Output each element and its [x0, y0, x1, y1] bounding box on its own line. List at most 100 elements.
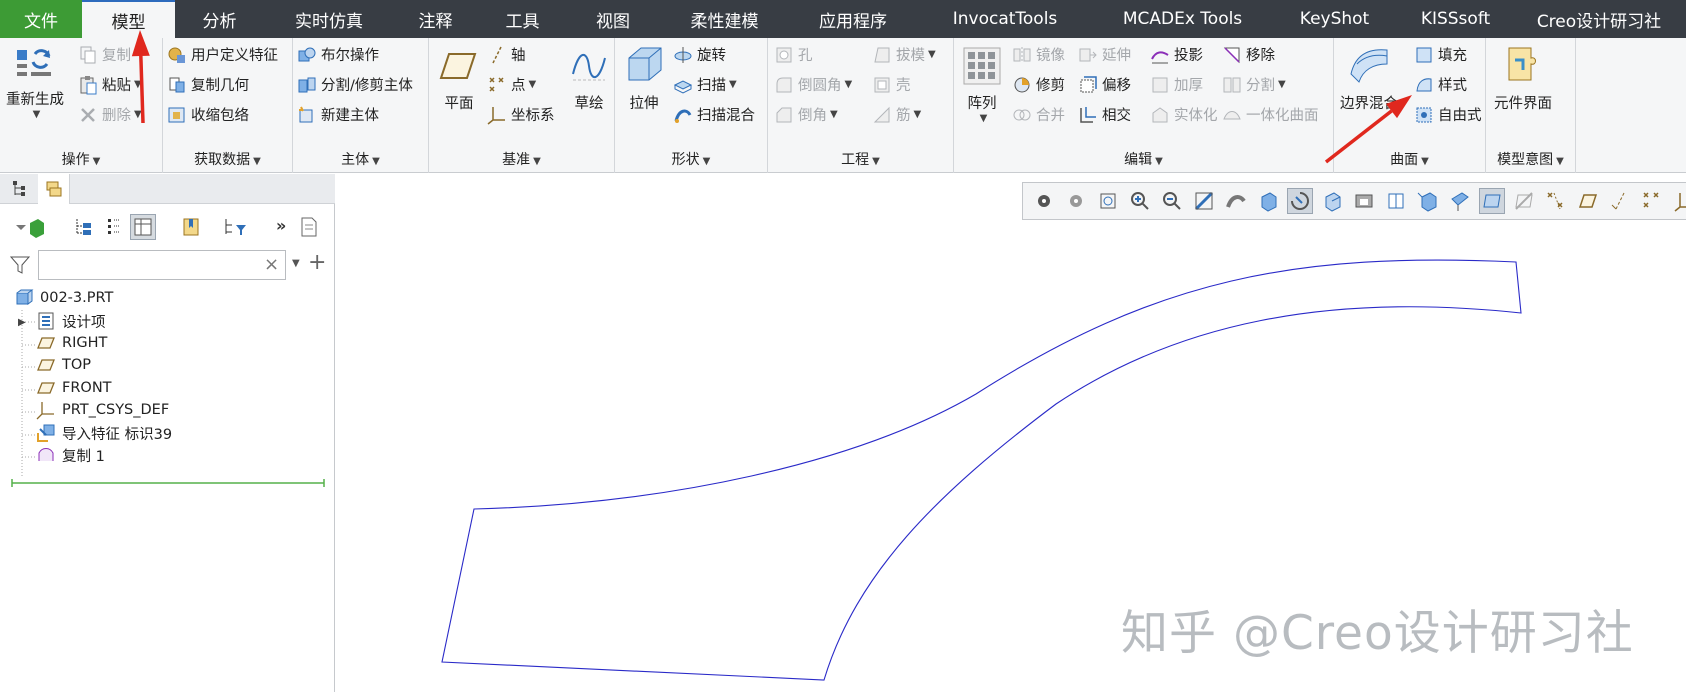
group-title-operations[interactable]: 操作 ▼: [0, 149, 162, 169]
menu-tab-11[interactable]: KeyShot: [1270, 0, 1399, 38]
bookmark-button[interactable]: [180, 216, 202, 238]
menu-tab-13[interactable]: Creo设计研习社: [1512, 0, 1686, 38]
paste-button[interactable]: 粘贴 ▼: [78, 74, 142, 95]
tree-show-button[interactable]: [72, 216, 94, 238]
chevron-down-icon[interactable]: ▼: [928, 49, 936, 60]
menu-tab-4[interactable]: 注释: [394, 0, 477, 38]
offset-button[interactable]: 偏移: [1078, 74, 1131, 95]
expand-arrow-icon[interactable]: ▶: [18, 317, 26, 328]
rib-button[interactable]: 筋 ▼: [872, 104, 921, 125]
menu-tab-5[interactable]: 工具: [477, 0, 568, 38]
chevron-down-icon[interactable]: ▼: [33, 109, 41, 120]
group-title-engineering[interactable]: 工程 ▼: [768, 149, 953, 169]
chevron-down-icon[interactable]: ▼: [134, 79, 142, 90]
layer-tree-tab[interactable]: [38, 174, 70, 204]
chamfer-button[interactable]: 倒角 ▼: [774, 104, 838, 125]
split-body-button[interactable]: 分割/修剪主体: [297, 74, 413, 95]
more-icon[interactable]: »: [276, 216, 298, 238]
tree-item[interactable]: 设计项: [36, 309, 106, 333]
tree-item[interactable]: RIGHT: [36, 331, 107, 355]
group-title-shapes[interactable]: 形状 ▼: [615, 149, 767, 169]
tree-item[interactable]: 002-3.PRT: [14, 286, 113, 310]
menu-tab-7[interactable]: 柔性建模: [658, 0, 791, 38]
graphics-window[interactable]: 知乎 @Creo设计研习社: [336, 174, 1686, 692]
component-interface-button[interactable]: 元件界面: [1494, 44, 1552, 113]
copy-geometry-button[interactable]: 复制几何: [167, 74, 249, 95]
delete-button[interactable]: 删除 ▼: [78, 104, 142, 125]
datum-csys-button[interactable]: 坐标系: [487, 104, 555, 125]
chevron-down-icon[interactable]: ▼: [980, 113, 988, 124]
chevron-down-icon[interactable]: ▼: [1278, 79, 1286, 90]
boundary-blend-button[interactable]: 边界混合: [1340, 44, 1398, 113]
thicken-button[interactable]: 加厚: [1150, 74, 1203, 95]
group-title-body[interactable]: 主体 ▼: [293, 149, 428, 169]
extrude-button[interactable]: 拉伸: [623, 44, 665, 113]
datum-axis-button[interactable]: 轴: [487, 44, 526, 65]
tree-item[interactable]: PRT_CSYS_DEF: [36, 398, 169, 422]
fill-button[interactable]: 填充: [1414, 44, 1467, 65]
group-title-get-data[interactable]: 获取数据 ▼: [163, 149, 292, 169]
freestyle-button[interactable]: 自由式: [1414, 104, 1482, 125]
boolean-button[interactable]: 布尔操作: [297, 44, 379, 65]
style-button[interactable]: 样式: [1414, 74, 1467, 95]
tree-item[interactable]: TOP: [36, 353, 91, 377]
new-body-button[interactable]: 新建主体: [297, 104, 379, 125]
menu-tab-12[interactable]: KISSsoft: [1399, 0, 1512, 38]
tree-item[interactable]: 导入特征 标识39: [36, 421, 172, 445]
draft-button[interactable]: 拔模 ▼: [872, 44, 936, 65]
split-button[interactable]: 分割 ▼: [1222, 74, 1286, 95]
copy-button[interactable]: 复制: [78, 44, 131, 65]
udf-button[interactable]: 用户定义特征: [167, 44, 278, 65]
menu-tab-6[interactable]: 视图: [568, 0, 658, 38]
group-title-model-intent[interactable]: 模型意图 ▼: [1486, 149, 1575, 169]
group-title-surfaces[interactable]: 曲面 ▼: [1334, 149, 1485, 169]
chevron-down-icon[interactable]: ▼: [134, 109, 142, 120]
tree-settings-button[interactable]: [222, 216, 246, 238]
chevron-down-icon[interactable]: ▼: [845, 79, 853, 90]
sweep-button[interactable]: 扫描 ▼: [673, 74, 737, 95]
hole-button[interactable]: 孔: [774, 44, 813, 65]
shrinkwrap-button[interactable]: 收缩包络: [167, 104, 249, 125]
menu-tab-1[interactable]: 模型: [82, 0, 175, 38]
round-button[interactable]: 倒圆角 ▼: [774, 74, 852, 95]
chevron-down-icon[interactable]: ▼: [830, 109, 838, 120]
merge-button[interactable]: 合并: [1012, 104, 1065, 125]
chevron-down-icon[interactable]: ▼: [529, 79, 537, 90]
datum-point-button[interactable]: 点 ▼: [487, 74, 536, 95]
solidify-button[interactable]: 实体化: [1150, 104, 1218, 125]
chevron-down-icon[interactable]: ▼: [729, 79, 737, 90]
tree-item[interactable]: FRONT: [36, 376, 112, 400]
tree-item[interactable]: 复制 1: [36, 443, 105, 467]
tree-options-button[interactable]: [298, 216, 320, 238]
sweep-blend-button[interactable]: 扫描混合: [673, 104, 755, 125]
menu-tab-8[interactable]: 应用程序: [791, 0, 915, 38]
sketch-button[interactable]: 草绘: [569, 46, 609, 113]
display-style-button[interactable]: [14, 216, 44, 238]
chevron-down-icon[interactable]: ▼: [914, 109, 922, 120]
clear-search-icon[interactable]: ×: [264, 254, 279, 275]
menu-tab-0[interactable]: 文件: [0, 0, 82, 38]
unify-surface-button[interactable]: 一体化曲面: [1222, 104, 1319, 125]
mirror-button[interactable]: 镜像: [1012, 44, 1065, 65]
project-button[interactable]: 投影: [1150, 44, 1203, 65]
menu-tab-10[interactable]: MCADEx Tools: [1095, 0, 1270, 38]
tree-search-input[interactable]: [38, 250, 286, 280]
intersect-button[interactable]: 相交: [1078, 104, 1131, 125]
model-tree-tab[interactable]: [4, 174, 36, 204]
tree-columns-button[interactable]: [130, 214, 156, 240]
pattern-button[interactable]: 阵列 ▼: [962, 46, 1002, 124]
menu-tab-3[interactable]: 实时仿真: [264, 0, 394, 38]
group-title-datum[interactable]: 基准 ▼: [429, 149, 614, 169]
remove-button[interactable]: 移除: [1222, 44, 1275, 65]
tree-filter-list-button[interactable]: [102, 216, 124, 238]
datum-plane-button[interactable]: 平面: [439, 46, 479, 113]
regenerate-button[interactable]: 重新生成 ▼: [6, 44, 64, 120]
group-title-editing[interactable]: 编辑 ▼: [954, 149, 1333, 169]
chevron-down-icon[interactable]: ▼: [292, 258, 300, 269]
trim-button[interactable]: 修剪: [1012, 74, 1065, 95]
extend-button[interactable]: 延伸: [1078, 44, 1131, 65]
add-icon[interactable]: +: [308, 250, 326, 275]
shell-button[interactable]: 壳: [872, 74, 911, 95]
revolve-button[interactable]: 旋转: [673, 44, 726, 65]
filter-icon[interactable]: [10, 256, 30, 274]
